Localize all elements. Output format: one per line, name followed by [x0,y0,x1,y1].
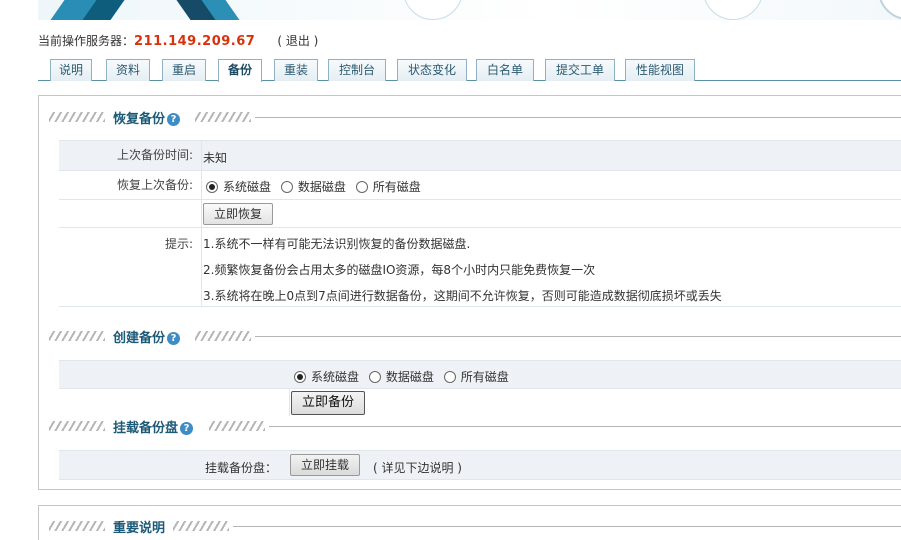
banner-circle [703,0,763,20]
restore-section-title: 恢复备份? [49,108,901,127]
tip-2: 2.频繁恢复备份会占用太多的磁盘IO资源，每8个小时内只能免费恢复一次 [203,263,596,277]
mount-note: ( 详见下边说明 ) [373,461,462,475]
restore-radio-data[interactable] [280,181,293,193]
restore-options: 系统磁盘 数据磁盘 所有磁盘 [206,178,427,195]
title-decoration [49,331,105,341]
mount-now-button[interactable]: 立即挂载 [290,454,361,476]
create-radio-data[interactable] [368,371,381,383]
create-option-row: 系统磁盘 数据磁盘 所有磁盘 [59,360,901,388]
restore-radio-system[interactable] [206,181,218,193]
tips-label: 提示: [59,228,202,306]
tip-1: 1.系统不一样有可能无法识别恢复的备份数据磁盘. [203,237,471,251]
important-panel: 重要说明 [38,505,901,540]
title-divider [269,426,901,427]
mount-section-title: 挂载备份盘? [49,417,901,436]
help-icon[interactable]: ? [180,422,194,435]
create-radio-system[interactable] [294,371,306,383]
tab-whitelist[interactable]: 白名单 [476,59,534,81]
create-button-row: 立即备份 [59,388,901,416]
tab-console[interactable]: 控制台 [328,59,386,81]
tab-performance-view[interactable]: 性能视图 [625,59,695,81]
last-backup-row: 上次备份时间: 未知 [59,140,901,170]
create-title: 创建备份 [113,331,166,346]
server-info: 当前操作服务器：211.149.209.67 ( 退出 ) [38,32,318,49]
mount-row: 挂载备份盘： 立即挂载 ( 详见下边说明 ) [59,450,901,480]
restore-option-row: 恢复上次备份: 系统磁盘 数据磁盘 所有磁盘 [59,170,901,199]
create-section-title: 创建备份? [49,327,901,346]
restore-now-button[interactable]: 立即恢复 [203,203,274,225]
backup-panel: 恢复备份? 上次备份时间: 未知 恢复上次备份: 系统磁盘 数据磁盘 所有磁盘 … [38,95,901,490]
title-divider [233,526,901,527]
last-backup-label: 上次备份时间: [59,141,202,170]
mount-title: 挂载备份盘 [113,421,179,436]
restore-option-label: 恢复上次备份: [59,171,202,199]
logout-link[interactable]: ( 退出 ) [277,34,318,48]
important-title: 重要说明 [113,521,166,536]
tab-backup[interactable]: 备份 [218,59,262,82]
title-decoration [195,112,251,122]
server-ip: 211.149.209.67 [134,34,256,49]
title-divider [255,117,901,118]
title-decoration [49,421,105,431]
restore-title: 恢复备份 [113,112,166,127]
title-decoration [49,521,105,531]
restore-radio-all[interactable] [355,181,368,193]
banner-circle [878,0,901,20]
tab-status-change[interactable]: 状态变化 [397,59,467,81]
help-icon[interactable]: ? [167,113,181,126]
tab-intro[interactable]: 说明 [50,59,92,81]
title-decoration [209,421,265,431]
banner-circle [403,0,463,20]
title-decoration [49,112,105,122]
title-decoration [173,521,229,531]
last-backup-value: 未知 [203,151,228,165]
tab-reinstall[interactable]: 重装 [274,59,318,81]
create-radio-all[interactable] [443,371,456,383]
mount-label: 挂载备份盘： [205,461,278,475]
tab-submit-ticket[interactable]: 提交工单 [545,59,615,81]
tab-bar: 说明 资料 重启 备份 重装 控制台 状态变化 白名单 提交工单 性能视图 [38,57,901,82]
top-banner [38,0,901,20]
title-decoration [195,331,251,341]
tab-info[interactable]: 资料 [106,59,150,81]
help-icon[interactable]: ? [167,332,181,345]
title-divider [255,336,901,337]
server-label: 当前操作服务器： [38,34,135,48]
restore-button-row: 立即恢复 [59,199,901,227]
tab-restart[interactable]: 重启 [162,59,206,81]
important-section-title: 重要说明 [49,517,901,536]
restore-tips-row: 提示: 1.系统不一样有可能无法识别恢复的备份数据磁盘. 2.频繁恢复备份会占用… [59,227,901,307]
create-options: 系统磁盘 数据磁盘 所有磁盘 [294,368,515,385]
tip-3: 3.系统将在晚上0点到7点间进行数据备份，这期间不允许恢复，否则可能造成数据彻底… [203,289,722,303]
backup-now-button[interactable]: 立即备份 [291,391,366,415]
